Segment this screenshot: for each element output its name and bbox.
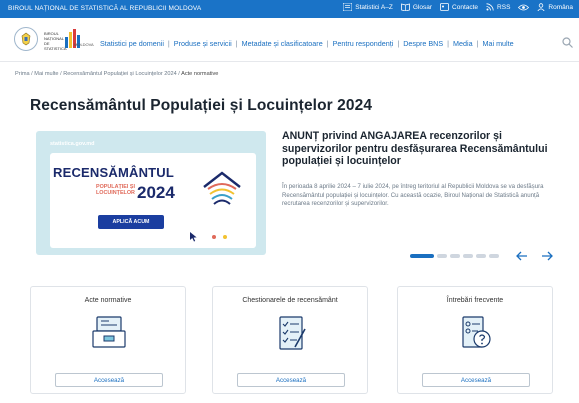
- breadcrumb: Prima / Mai multe / Recensământul Popula…: [15, 71, 218, 77]
- breadcrumb-link[interactable]: Prima: [15, 71, 30, 77]
- carousel-dot[interactable]: [437, 254, 447, 258]
- user-icon: [537, 3, 545, 11]
- arrow-left-icon[interactable]: [516, 250, 528, 262]
- language-label: Româna: [548, 3, 573, 11]
- rss-icon: [486, 3, 494, 11]
- banner-site: statistica.gov.md: [50, 141, 95, 147]
- arrow-right-icon[interactable]: [541, 250, 553, 262]
- main-nav: Statistici pe domenii | Produse și servi…: [100, 39, 514, 48]
- carousel-dot[interactable]: [463, 254, 473, 258]
- breadcrumb-link[interactable]: Recensământul Populației și Locuințelor …: [63, 71, 177, 77]
- top-link-rss[interactable]: RSS: [486, 3, 510, 11]
- eye-icon: [518, 4, 530, 10]
- banner-year: 2024: [137, 183, 175, 202]
- carousel-dot[interactable]: [489, 254, 499, 258]
- logo-text: BIROUL NAȚIONAL DE STATISTICĂ: [44, 31, 67, 51]
- banner-subtitle-line: LOCUINȚELOR: [96, 190, 135, 196]
- apply-now-button[interactable]: APLICĂ ACUM: [98, 215, 164, 229]
- top-link-contacte[interactable]: Contacte: [440, 3, 478, 11]
- cursor-icon: [190, 232, 197, 242]
- census-banner[interactable]: statistica.gov.md RECENSĂMÂNTUL POPULAȚI…: [36, 131, 266, 255]
- nav-separator: |: [447, 39, 450, 48]
- page-title: Recensământul Populației și Locuințelor …: [30, 97, 373, 114]
- card-access-button[interactable]: Accesează: [237, 373, 345, 387]
- top-link-label: Glosar: [412, 3, 433, 11]
- card-title: Chestionarele de recensământ: [242, 297, 338, 304]
- top-link-label: RSS: [497, 3, 511, 11]
- coat-of-arms-icon[interactable]: [14, 27, 38, 51]
- nav-item-produse[interactable]: Produse și servicii: [174, 39, 232, 48]
- house-logo-icon: [203, 171, 241, 205]
- logo-moldova: MOLDOVA: [74, 42, 94, 47]
- news-body: În perioada 8 aprilie 2024 – 7 iulie 202…: [282, 183, 544, 208]
- checklist-icon: [279, 316, 306, 350]
- site-header: BIROUL NAȚIONAL DE STATISTICĂ MOLDOVA St…: [0, 18, 579, 62]
- org-name: BIROUL NAȚIONAL DE STATISTICĂ AL REPUBLI…: [8, 5, 202, 12]
- nav-item-mai-multe[interactable]: Mai multe: [482, 39, 513, 48]
- page: BIROUL NAȚIONAL DE STATISTICĂ AL REPUBLI…: [0, 0, 579, 403]
- top-bar: BIROUL NAȚIONAL DE STATISTICĂ AL REPUBLI…: [0, 0, 579, 18]
- search-icon[interactable]: [562, 37, 573, 48]
- banner-title: RECENSĂMÂNTUL: [53, 165, 175, 180]
- accessibility-toggle[interactable]: [518, 4, 530, 11]
- card-title: Întrebări frecvente: [446, 297, 504, 304]
- language-selector[interactable]: Româna: [537, 3, 573, 11]
- carousel-indicators: [410, 254, 499, 258]
- contact-card-icon: [440, 3, 449, 11]
- top-link-glosar[interactable]: Glosar: [400, 3, 433, 11]
- documents-icon: [92, 316, 126, 348]
- nav-separator: |: [326, 39, 329, 48]
- nav-separator: |: [397, 39, 400, 48]
- news-title[interactable]: ANUNȚ privind ANGAJAREA recenzorilor și …: [282, 130, 552, 168]
- banner-subtitle: POPULAȚIEI ȘI LOCUINȚELOR: [96, 184, 135, 196]
- card-intrebari: Întrebări frecvente Accesează: [397, 286, 553, 394]
- card-access-button[interactable]: Accesează: [55, 373, 163, 387]
- top-links: Statistici A–Z Glosar Contacte RSS Român…: [343, 3, 573, 11]
- breadcrumb-current: Acte normative: [181, 71, 219, 77]
- nav-separator: |: [235, 39, 238, 48]
- breadcrumb-link[interactable]: Mai multe: [34, 71, 58, 77]
- card-chestionare: Chestionarele de recensământ Accesează: [212, 286, 368, 394]
- nav-separator: |: [167, 39, 170, 48]
- top-link-label: Statistici A–Z: [355, 3, 393, 11]
- nav-item-metadate[interactable]: Metadate și clasificatoare: [242, 39, 323, 48]
- faq-icon: [462, 316, 491, 348]
- nav-item-statistici[interactable]: Statistici pe domenii: [100, 39, 164, 48]
- book-icon: [400, 3, 410, 11]
- carousel-dot[interactable]: [476, 254, 486, 258]
- carousel-dot[interactable]: [450, 254, 460, 258]
- nav-separator: |: [476, 39, 479, 48]
- carousel-dot-active[interactable]: [410, 254, 434, 258]
- top-link-statistics-az[interactable]: Statistici A–Z: [343, 3, 393, 11]
- nav-item-respondenti[interactable]: Pentru respondenți: [333, 39, 394, 48]
- list-icon: [343, 3, 353, 11]
- top-link-label: Contacte: [452, 3, 479, 11]
- decor-dot: [212, 235, 216, 239]
- decor-dot: [223, 235, 227, 239]
- card-access-button[interactable]: Accesează: [422, 373, 530, 387]
- card-title: Acte normative: [84, 297, 132, 304]
- card-acte-normative: Acte normative Accesează: [30, 286, 186, 394]
- nav-item-media[interactable]: Media: [453, 39, 473, 48]
- nav-item-despre[interactable]: Despre BNS: [403, 39, 443, 48]
